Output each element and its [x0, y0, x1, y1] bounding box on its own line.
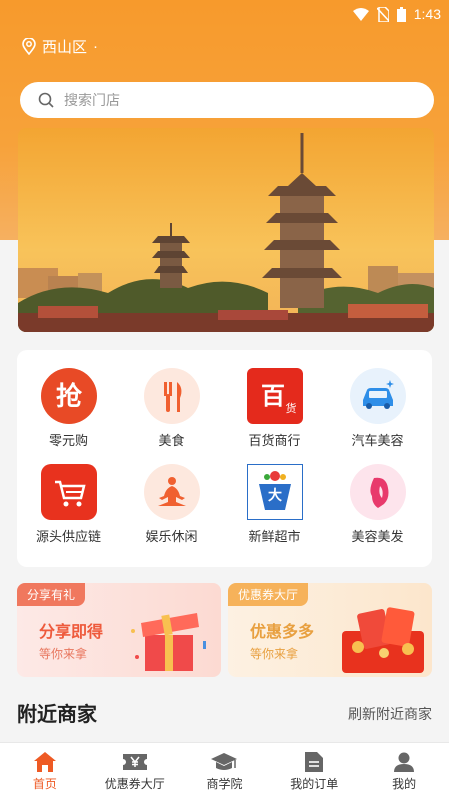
tab-profile[interactable]: 我的: [359, 743, 449, 800]
search-icon: [38, 92, 54, 108]
refresh-nearby-button[interactable]: 刷新附近商家: [348, 704, 432, 724]
location-city: 西山区: [42, 39, 88, 56]
tab-label: 我的订单: [290, 777, 339, 791]
supermarket-glyph: 大: [268, 487, 282, 504]
category-food[interactable]: 美食: [120, 368, 223, 449]
category-supply-chain[interactable]: 源头供应链: [17, 464, 120, 545]
wifi-icon: [352, 7, 369, 21]
status-time: 1:43: [413, 6, 441, 22]
gift-box-icon: [131, 613, 206, 671]
category-label: 汽车美容: [351, 433, 404, 448]
category-leisure[interactable]: 娱乐休闲: [120, 464, 223, 545]
promo-coupon-card[interactable]: 优惠券大厅 优惠多多 等你来拿: [228, 583, 432, 677]
no-sim-icon: [376, 6, 389, 22]
promo-title: 优惠多多: [250, 624, 315, 641]
promo-tag: 优惠券大厅: [228, 583, 309, 606]
grab-icon: 抢: [40, 368, 97, 424]
category-label: 源头供应链: [35, 529, 101, 544]
promo-subtitle: 等你来拿: [39, 647, 88, 661]
bottom-tab-bar: 首页 优惠券大厅 商学院 我的订单 我的: [0, 742, 449, 800]
tab-orders[interactable]: 我的订单: [269, 743, 359, 800]
search-placeholder: 搜索门店: [64, 92, 120, 108]
tab-home[interactable]: 首页: [0, 743, 90, 800]
category-grid: 抢 零元购 美食 百货 百货商行 汽车美容 源头供应链 娱乐休闲 大 新鲜超市 …: [17, 350, 432, 567]
category-car-care[interactable]: 汽车美容: [326, 368, 429, 449]
promo-share-card[interactable]: 分享有礼 分享即得 等你来拿: [17, 583, 221, 677]
status-bar: 1:43: [0, 0, 449, 30]
category-label: 美食: [158, 433, 185, 448]
tab-label: 首页: [32, 777, 57, 791]
category-label: 百货商行: [248, 433, 301, 448]
car-icon: [349, 368, 406, 424]
location-dropdown-dot: ·: [93, 38, 99, 55]
nearby-section-header: 附近商家 刷新附近商家: [17, 698, 432, 728]
tab-label: 商学院: [206, 777, 243, 791]
tab-coupons[interactable]: 优惠券大厅: [90, 743, 180, 800]
tab-academy[interactable]: 商学院: [180, 743, 270, 800]
category-label: 美容美发: [351, 529, 404, 544]
red-envelope-icon: [342, 607, 424, 673]
coupon-icon: [122, 754, 147, 770]
store-glyph: 百: [261, 382, 285, 410]
banner-image[interactable]: [18, 128, 434, 332]
meditation-icon: [143, 464, 200, 520]
user-icon: [394, 752, 415, 772]
nearby-title: 附近商家: [17, 704, 97, 726]
promo-subtitle: 等你来拿: [250, 647, 299, 661]
search-input[interactable]: 搜索门店: [20, 82, 434, 118]
store-glyph-small: 货: [285, 401, 296, 415]
category-department-store[interactable]: 百货 百货商行: [223, 368, 326, 449]
cart-icon: [40, 464, 97, 520]
category-label: 零元购: [48, 433, 88, 448]
department-store-icon: 百货: [246, 368, 303, 424]
category-label: 娱乐休闲: [145, 529, 198, 544]
promo-tag: 分享有礼: [17, 583, 86, 606]
category-label: 新鲜超市: [248, 529, 301, 544]
supermarket-icon: 大: [246, 464, 303, 520]
graduation-cap-icon: [211, 753, 238, 770]
tab-label: 我的: [392, 777, 417, 791]
category-beauty[interactable]: 美容美发: [326, 464, 429, 545]
promo-title: 分享即得: [39, 624, 104, 641]
order-icon: [305, 752, 324, 772]
pagoda-sunset-image: [18, 128, 434, 332]
battery-icon: [396, 6, 406, 22]
tab-label: 优惠券大厅: [104, 777, 165, 791]
location-selector[interactable]: 西山区 ·: [22, 36, 98, 57]
beauty-icon: [349, 464, 406, 520]
home-icon: [33, 752, 56, 772]
category-supermarket[interactable]: 大 新鲜超市: [223, 464, 326, 545]
grab-glyph: 抢: [55, 381, 82, 412]
location-pin-icon: [22, 38, 36, 55]
category-zero-buy[interactable]: 抢 零元购: [17, 368, 120, 449]
fork-knife-icon: [143, 368, 200, 424]
